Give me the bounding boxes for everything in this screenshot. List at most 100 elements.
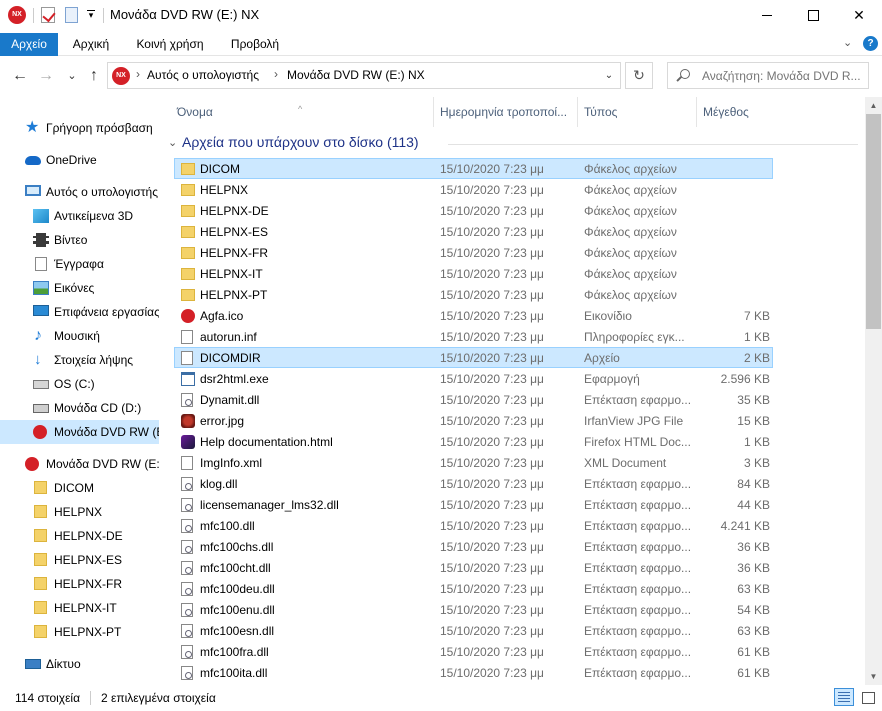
file-size: 36 KB <box>737 540 770 554</box>
sidebar-item-dvd-e-root[interactable]: Μονάδα DVD RW (E:) NX <box>0 452 159 476</box>
back-button[interactable]: ← <box>10 66 30 86</box>
file-row[interactable]: licensemanager_lms32.dll 15/10/2020 7:23 … <box>174 494 773 515</box>
sidebar-item-videos[interactable]: Βίντεο <box>0 228 159 252</box>
sidebar-item-network[interactable]: Δίκτυο <box>0 652 159 676</box>
collapse-group-icon[interactable]: ⌄ <box>168 136 177 149</box>
file-date-modified: 15/10/2020 7:23 μμ <box>440 225 544 239</box>
tab-share[interactable]: Κοινή χρήση <box>130 33 210 56</box>
sidebar-item-os-c[interactable]: OS (C:) <box>0 372 159 396</box>
computer-icon <box>25 185 41 196</box>
file-row[interactable]: HELPNX-PT 15/10/2020 7:23 μμ Φάκελος αρχεί… <box>174 284 773 305</box>
scroll-up-arrow-icon[interactable]: ▲ <box>865 97 882 114</box>
file-date-modified: 15/10/2020 7:23 μμ <box>440 204 544 218</box>
sidebar-item-this-pc[interactable]: Αυτός ο υπολογιστής <box>0 180 159 204</box>
address-bar[interactable]: NX › Αυτός ο υπολογιστής › Μονάδα DVD RW… <box>107 62 621 89</box>
tab-view[interactable]: Προβολή <box>224 33 286 56</box>
file-row[interactable]: HELPNX 15/10/2020 7:23 μμ Φάκελος αρχείων <box>174 179 773 200</box>
properties-icon[interactable] <box>41 7 55 23</box>
sidebar-item-helpnx-de[interactable]: HELPNX-DE <box>0 524 159 548</box>
sidebar-item-documents[interactable]: Έγγραφα <box>0 252 159 276</box>
file-name: ImgInfo.xml <box>200 456 263 470</box>
scrollbar-thumb[interactable] <box>866 114 881 329</box>
sidebar-item-helpnx-pt[interactable]: HELPNX-PT <box>0 620 159 644</box>
sidebar-item-cd-d[interactable]: Μονάδα CD (D:) <box>0 396 159 420</box>
sidebar-item-downloads[interactable]: ↓ Στοιχεία λήψης <box>0 348 159 372</box>
file-date-modified: 15/10/2020 7:23 μμ <box>440 435 544 449</box>
file-row[interactable]: klog.dll 15/10/2020 7:23 μμ Επέκταση εφαρμ… <box>174 473 773 494</box>
breadcrumb-this-pc[interactable]: Αυτός ο υπολογιστής <box>147 68 259 82</box>
customize-toolbar-icon[interactable]: ▾ <box>85 6 97 24</box>
selected-count: 2 επιλεγμένα στοιχεία <box>101 691 216 705</box>
file-row[interactable]: mfc100deu.dll 15/10/2020 7:23 μμ Επέκταση … <box>174 578 773 599</box>
sidebar-item-helpnx[interactable]: HELPNX <box>0 500 159 524</box>
column-header-date[interactable]: Ημερομηνία τροποποί... <box>433 97 577 127</box>
forward-button[interactable]: → <box>36 66 56 86</box>
file-row[interactable]: HELPNX-IT 15/10/2020 7:23 μμ Φάκελος αρχεί… <box>174 263 773 284</box>
file-row[interactable]: DICOM 15/10/2020 7:23 μμ Φάκελος αρχείων <box>174 158 773 179</box>
file-row[interactable]: Agfa.ico 15/10/2020 7:23 μμ Εικονίδιο 7 KB <box>174 305 773 326</box>
file-type: Φάκελος αρχείων <box>584 225 677 239</box>
sidebar-item-label: DICOM <box>54 481 94 495</box>
sidebar-item-onedrive[interactable]: OneDrive <box>0 148 159 172</box>
sidebar-item-dicom[interactable]: DICOM <box>0 476 159 500</box>
tab-home[interactable]: Αρχική <box>66 33 116 56</box>
up-button[interactable]: ↑ <box>84 66 104 86</box>
file-row[interactable]: autorun.inf 15/10/2020 7:23 μμ Πληροφορίες… <box>174 326 773 347</box>
sidebar-item-helpnx-es[interactable]: HELPNX-ES <box>0 548 159 572</box>
file-date-modified: 15/10/2020 7:23 μμ <box>440 498 544 512</box>
large-icons-view-icon[interactable] <box>859 688 877 706</box>
tab-file[interactable]: Αρχείο <box>0 33 58 56</box>
vertical-scrollbar[interactable]: ▲ ▼ <box>865 97 882 685</box>
maximize-button[interactable] <box>790 0 836 31</box>
recent-locations-button[interactable]: ⌄ <box>62 66 82 86</box>
column-header-type[interactable]: Τύπος <box>577 97 696 127</box>
help-icon[interactable]: ? <box>863 36 878 51</box>
pictures-icon <box>33 281 49 295</box>
details-view-icon[interactable] <box>834 688 854 706</box>
close-button[interactable]: ✕ <box>836 0 882 31</box>
file-row[interactable]: error.jpg 15/10/2020 7:23 μμ IrfanView JPG… <box>174 410 773 431</box>
file-row[interactable]: mfc100fra.dll 15/10/2020 7:23 μμ Επέκταση … <box>174 641 773 662</box>
refresh-button[interactable]: ↻ <box>625 62 653 89</box>
new-folder-icon[interactable] <box>65 7 78 23</box>
sidebar-item-helpnx-it[interactable]: HELPNX-IT <box>0 596 159 620</box>
file-row[interactable]: dsr2html.exe 15/10/2020 7:23 μμ Εφαρμογή 2.… <box>174 368 773 389</box>
file-row[interactable]: mfc100enu.dll 15/10/2020 7:23 μμ Επέκταση … <box>174 599 773 620</box>
html-file-icon <box>181 435 195 449</box>
file-type: Φάκελος αρχείων <box>584 204 677 218</box>
minimize-button[interactable] <box>744 0 790 31</box>
file-row[interactable]: DICOMDIR 15/10/2020 7:23 μμ Αρχείο 2 KB <box>174 347 773 368</box>
file-row[interactable]: ImgInfo.xml 15/10/2020 7:23 μμ XML Documen… <box>174 452 773 473</box>
file-row[interactable]: mfc100cht.dll 15/10/2020 7:23 μμ Επέκταση … <box>174 557 773 578</box>
sidebar-item-music[interactable]: ♪ Μουσική <box>0 324 159 348</box>
sidebar-item-quick-access[interactable]: ★ Γρήγορη πρόσβαση <box>0 116 159 140</box>
file-row[interactable]: Dynamit.dll 15/10/2020 7:23 μμ Επέκταση εφ… <box>174 389 773 410</box>
search-box[interactable] <box>667 62 869 89</box>
title-separator <box>103 8 104 23</box>
file-row[interactable]: mfc100esn.dll 15/10/2020 7:23 μμ Επέκταση … <box>174 620 773 641</box>
file-size: 2 KB <box>743 351 770 365</box>
sidebar-item-desktop[interactable]: Επιφάνεια εργασίας <box>0 300 159 324</box>
scroll-down-arrow-icon[interactable]: ▼ <box>865 668 882 685</box>
breadcrumb-separator[interactable]: › <box>136 67 140 81</box>
file-row[interactable]: HELPNX-FR 15/10/2020 7:23 μμ Φάκελος αρχεί… <box>174 242 773 263</box>
expand-ribbon-icon[interactable]: ⌄ <box>843 36 852 49</box>
address-dropdown-icon[interactable]: ⌄ <box>601 67 617 85</box>
agfa-app-icon[interactable]: NX <box>8 6 26 24</box>
sidebar-item-pictures[interactable]: Εικόνες <box>0 276 159 300</box>
breadcrumb-dvd-drive[interactable]: Μονάδα DVD RW (E:) NX <box>287 68 425 82</box>
column-header-size[interactable]: Μέγεθος <box>696 97 776 127</box>
sidebar-item-dvd-e[interactable]: Μονάδα DVD RW (E:) NX <box>0 420 159 444</box>
file-row[interactable]: Help documentation.html 15/10/2020 7:23 μ… <box>174 431 773 452</box>
breadcrumb-separator[interactable]: › <box>274 67 278 81</box>
file-row[interactable]: mfc100.dll 15/10/2020 7:23 μμ Επέκταση εφα… <box>174 515 773 536</box>
sidebar-item-3d-objects[interactable]: Αντικείμενα 3D <box>0 204 159 228</box>
file-row[interactable]: mfc100ita.dll 15/10/2020 7:23 μμ Επέκταση … <box>174 662 773 683</box>
search-input[interactable] <box>702 67 862 85</box>
group-header[interactable]: ⌄ Αρχεία που υπάρχουν στο δίσκο (113) <box>168 134 858 154</box>
file-row[interactable]: HELPNX-ES 15/10/2020 7:23 μμ Φάκελος αρχεί… <box>174 221 773 242</box>
column-header-name[interactable]: Όνομα ^ <box>160 97 432 127</box>
sidebar-item-helpnx-fr[interactable]: HELPNX-FR <box>0 572 159 596</box>
file-row[interactable]: HELPNX-DE 15/10/2020 7:23 μμ Φάκελος αρχεί… <box>174 200 773 221</box>
file-row[interactable]: mfc100chs.dll 15/10/2020 7:23 μμ Επέκταση … <box>174 536 773 557</box>
